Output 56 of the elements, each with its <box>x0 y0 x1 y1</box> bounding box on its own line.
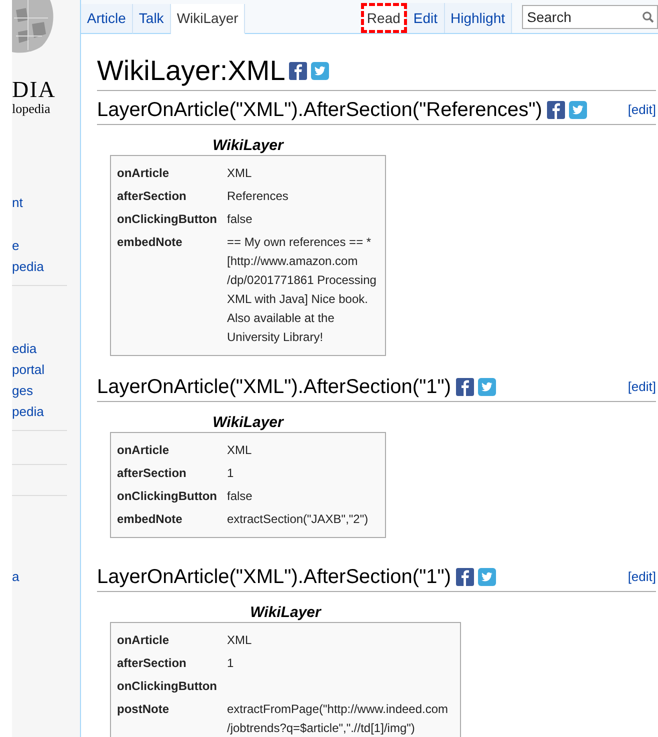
sidebar-link[interactable]: e <box>12 235 80 256</box>
field-value: false <box>227 211 254 228</box>
field-value: References <box>227 188 290 205</box>
view-tab[interactable]: Edit <box>407 3 445 33</box>
field-value: == My own references == * [http://www.amazon.com /dp/0201771861 Processing XML with Java] Nice book. Also available at the University Library! <box>227 234 378 346</box>
field-value: XML <box>227 165 253 182</box>
view-tab[interactable]: Read <box>360 3 408 33</box>
sidebar-link[interactable]: nt <box>12 192 80 213</box>
field-value: false <box>227 488 254 505</box>
sidebar-link[interactable]: pedia <box>12 256 80 277</box>
field-label: afterSection <box>117 655 188 672</box>
tab[interactable]: Article <box>81 4 133 34</box>
sidebar-link[interactable]: pedia <box>12 401 80 422</box>
logo-subtitle: lopedia <box>12 102 52 116</box>
field-label: postNote <box>117 701 170 718</box>
sidebar-link[interactable]: a <box>12 566 80 587</box>
logo-text: DIA <box>12 78 57 102</box>
field-value: extractFromPage("http://www.indeed.com /jobtrends?q=$article",".//td[1]/img") <box>227 701 450 737</box>
facebook-icon[interactable] <box>456 378 474 396</box>
edit-link[interactable]: [edit] <box>628 377 656 397</box>
field-label: onClickingButton <box>117 488 218 505</box>
sidebar-link[interactable]: ges <box>12 380 80 401</box>
facebook-icon[interactable] <box>289 62 308 80</box>
facebook-icon[interactable] <box>456 568 474 586</box>
field-label: embedNote <box>117 511 184 528</box>
table-caption: WikiLayer <box>212 137 285 155</box>
table-caption: WikiLayer <box>212 414 285 432</box>
field-value: XML <box>227 632 253 649</box>
sidebar-link[interactable]: edia <box>12 338 80 359</box>
field-value: 1 <box>227 655 235 672</box>
field-value: 1 <box>227 465 235 482</box>
field-label: onArticle <box>117 442 170 459</box>
page-title: WikiLayer:XML <box>97 54 286 88</box>
edit-link[interactable]: [edit] <box>628 567 656 587</box>
field-label: onArticle <box>117 632 170 649</box>
sidebar-link[interactable]: portal <box>12 359 80 380</box>
section-heading: LayerOnArticle("XML").AfterSection("1") <box>97 375 452 400</box>
field-label: onArticle <box>117 165 170 182</box>
table-caption: WikiLayer <box>249 604 322 622</box>
tab[interactable]: WikiLayer <box>170 4 246 34</box>
field-value: XML <box>227 442 253 459</box>
search-icon[interactable] <box>642 11 654 23</box>
field-label: afterSection <box>117 465 188 482</box>
field-label: embedNote <box>117 234 184 251</box>
field-label: afterSection <box>117 188 188 205</box>
edit-link[interactable]: [edit] <box>628 100 656 120</box>
field-label: onClickingButton <box>117 678 218 695</box>
view-tab[interactable]: Highlight <box>444 3 512 33</box>
section-heading: LayerOnArticle("XML").AfterSection("References") <box>97 98 542 123</box>
field-label: onClickingButton <box>117 211 218 228</box>
tab[interactable]: Talk <box>132 4 171 34</box>
field-value: extractSection("JAXB","2") <box>227 511 370 528</box>
section-heading: LayerOnArticle("XML").AfterSection("1") <box>97 565 452 590</box>
globe-logo-icon[interactable] <box>12 0 54 54</box>
facebook-icon[interactable] <box>547 101 566 119</box>
search-field[interactable]: Search <box>522 5 658 29</box>
